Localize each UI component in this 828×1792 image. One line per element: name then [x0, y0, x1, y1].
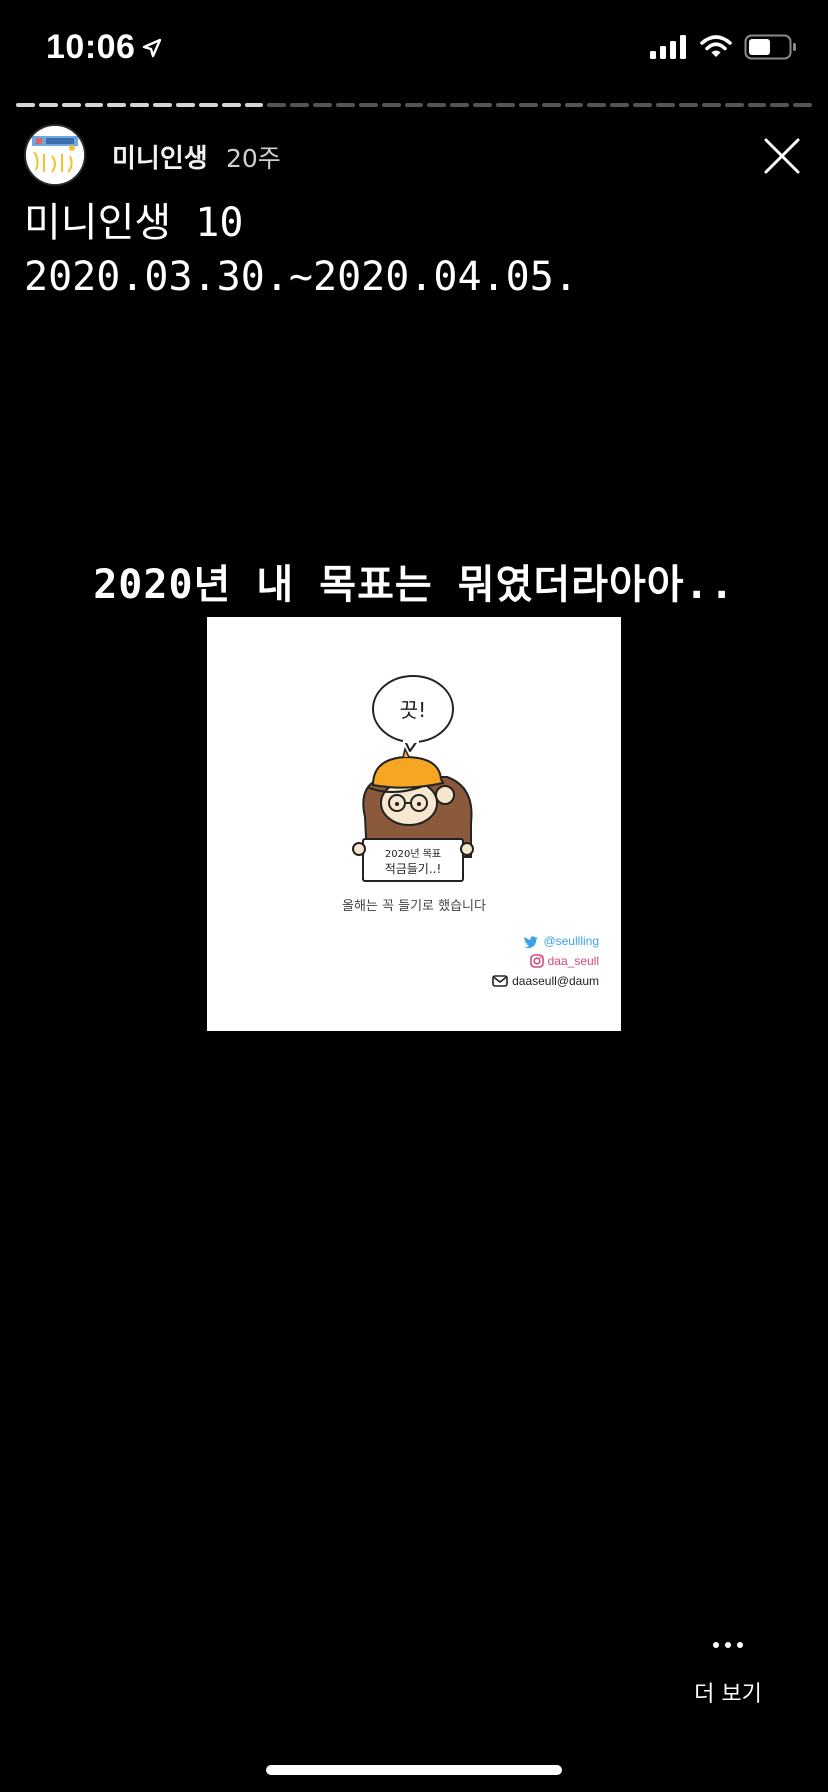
progress-segment [153, 103, 173, 107]
progress-segment [450, 103, 470, 107]
progress-segment [267, 103, 287, 107]
status-time: 10:06 [46, 28, 136, 66]
progress-segment [61, 103, 81, 107]
progress-segment [427, 103, 447, 107]
avatar-logo-icon [26, 126, 84, 184]
progress-segment [221, 103, 241, 107]
status-bar: 10:06 [0, 0, 828, 96]
email-handle: daaseull@daum [492, 974, 599, 988]
cellular-signal-icon [650, 35, 686, 59]
progress-segment [358, 103, 378, 107]
progress-segment [38, 103, 58, 107]
progress-segment [678, 103, 698, 107]
progress-segment [541, 103, 561, 107]
story-title-line1: 미니인생 10 [24, 200, 244, 246]
twitter-handle-text: @seullling [543, 934, 599, 948]
battery-icon [744, 34, 796, 60]
more-dots-icon [668, 1642, 788, 1648]
home-indicator[interactable] [266, 1765, 562, 1775]
progress-segment [84, 103, 104, 107]
progress-segment [747, 103, 767, 107]
post-image[interactable]: 끗! 2020년 목표 적금들기..! 올해는 꼭 들기로 했습니다 @seul… [207, 617, 621, 1031]
more-button[interactable]: 더 보기 [668, 1634, 788, 1714]
progress-segment [16, 103, 35, 107]
progress-segment [176, 103, 195, 107]
email-text: daaseull@daum [512, 974, 599, 988]
mail-icon [492, 975, 508, 987]
progress-segment [290, 103, 310, 107]
progress-segment [198, 103, 218, 107]
instagram-handle: daa_seull [529, 954, 599, 968]
cartoon-illustration: 끗! 2020년 목표 적금들기..! [352, 675, 474, 882]
image-caption: 올해는 꼭 들기로 했습니다 [342, 899, 486, 914]
instagram-icon [529, 954, 544, 968]
close-button[interactable] [760, 134, 804, 178]
progress-segment [724, 103, 744, 107]
progress-segment [793, 103, 813, 107]
sign-line2: 적금들기..! [385, 862, 442, 876]
progress-segment [518, 103, 538, 107]
avatar[interactable] [24, 124, 86, 186]
progress-segment [633, 103, 653, 107]
progress-segment [107, 103, 127, 107]
twitter-handle: @seullling [523, 934, 599, 948]
progress-segment [656, 103, 675, 107]
character-hat [371, 755, 445, 789]
story-progress-bar [16, 103, 813, 107]
progress-segment [770, 103, 790, 107]
timestamp: 20주 [226, 144, 281, 173]
wifi-icon [700, 35, 732, 57]
progress-segment [130, 103, 150, 107]
progress-segment [313, 103, 333, 107]
progress-segment [496, 103, 515, 107]
speech-text: 끗! [400, 698, 426, 722]
progress-segment [564, 103, 584, 107]
location-arrow-icon [143, 38, 162, 57]
progress-segment [244, 103, 264, 107]
progress-segment [701, 103, 721, 107]
progress-segment [473, 103, 493, 107]
progress-segment [381, 103, 401, 107]
progress-segment [587, 103, 607, 107]
instagram-handle-text: daa_seull [547, 954, 599, 968]
close-icon [764, 138, 800, 174]
story-title-line2: 2020.03.30.~2020.04.05. [24, 254, 578, 300]
twitter-icon [524, 935, 539, 948]
progress-segment [404, 103, 424, 107]
progress-segment [336, 103, 355, 107]
story-header: 미니인생 20주 [24, 124, 804, 190]
story-title: 미니인생 10 2020.03.30.~2020.04.05. [24, 196, 578, 304]
sign-line1: 2020년 목표 [385, 848, 441, 860]
story-caption: 2020년 내 목표는 뭐였더라아아.. [93, 562, 735, 608]
username[interactable]: 미니인생 [112, 138, 208, 175]
progress-segment [610, 103, 630, 107]
more-label: 더 보기 [694, 1682, 762, 1707]
